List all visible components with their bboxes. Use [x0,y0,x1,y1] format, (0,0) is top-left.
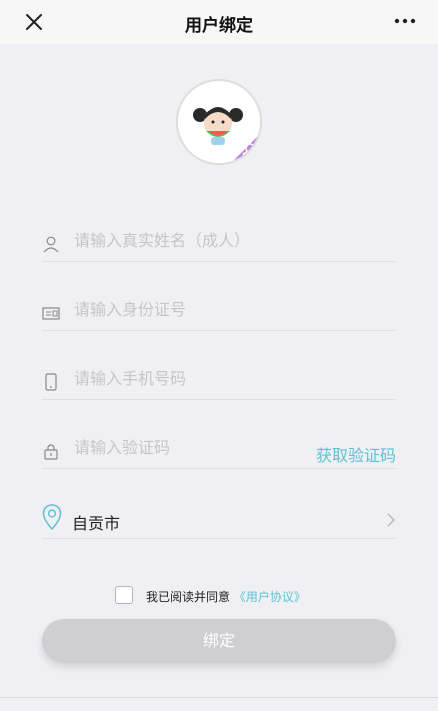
user-agreement-link[interactable]: 《用户协议》 [234,590,306,604]
lock-icon [44,444,58,460]
get-code-button[interactable]: 获取验证码 [316,442,396,466]
id-field-row [42,290,396,331]
mobile-phone-icon [45,373,57,391]
person-icon [43,236,59,253]
bind-button[interactable]: 绑定 [42,619,396,663]
more-options-icon[interactable] [394,18,416,24]
name-field-row [42,221,396,262]
verification-code-input[interactable] [72,432,276,462]
phone-input[interactable] [72,363,326,393]
navigation-bar: 用户绑定 [0,0,438,44]
female-gender-icon [231,134,260,163]
location-pin-icon [42,504,62,530]
page-title: 用户绑定 [185,16,253,36]
id-number-input[interactable] [72,294,326,324]
bottom-divider [0,697,438,698]
agreement-row: 我已阅读并同意 《用户协议》 [0,586,438,606]
agreement-label: 我已阅读并同意 [146,590,231,604]
agreement-checkbox[interactable] [115,586,133,604]
city-value: 自贡市 [72,514,121,533]
code-field-row: 获取验证码 [42,428,396,469]
city-selector-row[interactable]: 自贡市 [42,498,396,539]
id-card-icon [42,307,60,320]
agreement-text: 我已阅读并同意 《用户协议》 [146,588,306,605]
avatar[interactable] [176,79,262,165]
phone-field-row [42,359,396,400]
chevron-right-icon [387,513,395,527]
name-input[interactable] [72,225,326,255]
